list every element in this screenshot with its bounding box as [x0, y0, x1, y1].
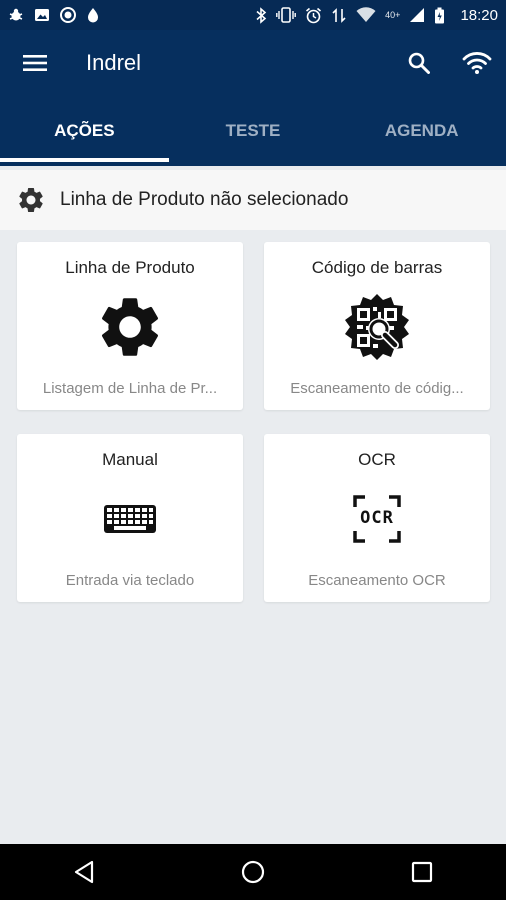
wifi-status-icon — [356, 7, 376, 22]
search-icon — [408, 52, 430, 74]
card-title: Código de barras — [311, 258, 443, 277]
wifi-button[interactable] — [448, 30, 506, 96]
product-line-header: Linha de Produto não selecionado — [0, 170, 506, 230]
gear-icon — [101, 298, 159, 356]
keyboard-icon — [104, 505, 156, 533]
ocr-scan-icon: OCR — [353, 495, 401, 543]
card-title: Manual — [102, 450, 158, 469]
card-subtitle: Entrada via teclado — [65, 572, 195, 589]
back-button[interactable] — [54, 844, 114, 900]
data-transfer-icon — [332, 7, 346, 23]
gear-icon — [19, 188, 43, 212]
hamburger-menu-icon — [23, 55, 47, 71]
card-subtitle: Escaneamento de códig... — [290, 380, 464, 397]
product-line-status: Linha de Produto não selecionado — [60, 189, 349, 210]
search-button[interactable] — [390, 30, 448, 96]
home-circle-icon — [241, 860, 265, 884]
image-notification-icon — [35, 9, 49, 21]
wifi-icon — [462, 52, 492, 74]
clock: 18:20 — [460, 6, 498, 24]
card-barcode[interactable]: Código de barras Escaneamento de códig..… — [264, 242, 490, 410]
recents-button[interactable] — [392, 844, 452, 900]
network-type-badge: 40+ — [385, 10, 401, 20]
home-button[interactable] — [223, 844, 283, 900]
card-subtitle: Escaneamento OCR — [308, 572, 446, 589]
card-manual[interactable]: Manual Entrada via teclado — [17, 434, 243, 602]
card-ocr[interactable]: OCR OCR Escaneamento OCR — [264, 434, 490, 602]
record-notification-icon — [60, 7, 76, 23]
status-bar: 40+ 18:20 — [0, 0, 506, 30]
card-title: OCR — [358, 450, 396, 469]
back-triangle-icon — [75, 860, 94, 884]
card-product-line[interactable]: Linha de Produto Listagem de Linha de Pr… — [17, 242, 243, 410]
card-title: Linha de Produto — [65, 258, 195, 277]
recents-square-icon — [411, 861, 432, 883]
battery-icon — [435, 7, 445, 23]
vibrate-icon — [276, 7, 297, 23]
tab-acoes[interactable]: AÇÕES — [0, 96, 169, 166]
bluetooth-icon — [256, 6, 267, 24]
tab-bar: AÇÕES TESTE AGENDA — [0, 96, 506, 166]
tab-agenda[interactable]: AGENDA — [337, 96, 506, 166]
app-bar: Indrel — [0, 30, 506, 96]
alarm-icon — [306, 7, 322, 23]
card-subtitle: Listagem de Linha de Pr... — [42, 380, 218, 397]
drop-notification-icon — [88, 8, 98, 23]
qr-code-scan-icon — [345, 294, 409, 360]
bug-notification-icon — [9, 8, 23, 21]
signal-icon — [410, 8, 425, 22]
menu-button[interactable] — [0, 30, 70, 96]
app-title: Indrel — [86, 50, 142, 75]
tab-teste[interactable]: TESTE — [169, 96, 338, 166]
navigation-bar — [0, 844, 506, 900]
ocr-icon-label: OCR — [360, 508, 394, 528]
